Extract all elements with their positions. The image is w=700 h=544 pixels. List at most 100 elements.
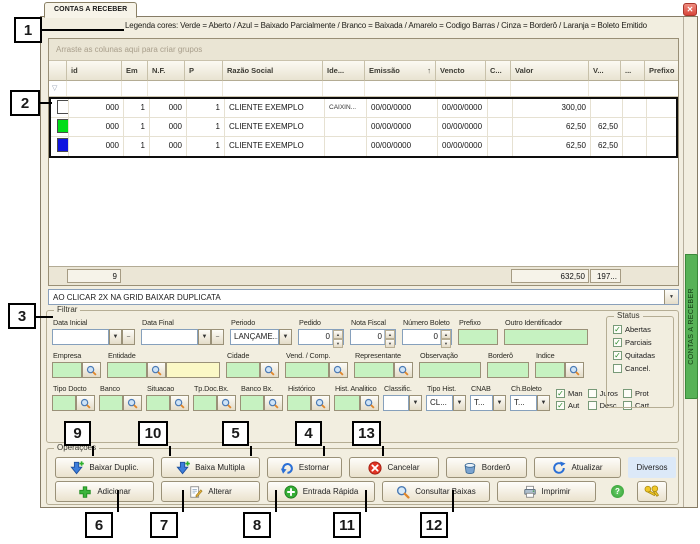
search-icon[interactable] — [394, 362, 413, 378]
entidade-nome-input[interactable] — [166, 362, 220, 378]
checkbox-box[interactable]: ✓ — [613, 338, 622, 347]
search-icon[interactable] — [260, 362, 279, 378]
data-final-input[interactable] — [141, 329, 198, 345]
periodo-select[interactable]: LANÇAME... — [230, 329, 279, 345]
table-row[interactable]: 000 1 000 1 CLIENTE EXEMPLO 00/00/0000 0… — [51, 118, 676, 137]
chevron-down-icon[interactable]: ▼ — [279, 329, 292, 345]
grid-header-id[interactable]: id — [67, 61, 122, 81]
group-by-area[interactable]: Arraste as colunas aqui para criar grupo… — [49, 39, 678, 61]
situacao-input[interactable] — [146, 395, 170, 411]
chevron-down-icon[interactable]: ▼ — [409, 395, 422, 411]
funnel-icon[interactable]: ▽ — [49, 81, 67, 96]
spin-down-icon[interactable]: ▼ — [333, 339, 343, 348]
diversos-button[interactable]: Diversos — [628, 457, 676, 478]
historico-input[interactable] — [287, 395, 311, 411]
checkbox-box[interactable]: ✓ — [613, 351, 622, 360]
cidade-input[interactable] — [226, 362, 260, 378]
entrada-rapida-button[interactable]: Entrada Rápida — [267, 481, 375, 502]
grid-empty-area[interactable] — [49, 158, 678, 266]
side-tab-contas-a-receber[interactable]: CONTAS A RECEBER — [685, 254, 698, 399]
checkbox-parciais[interactable]: ✓Parciais — [613, 338, 673, 347]
checkbox-cancel[interactable]: Cancel. — [613, 364, 673, 373]
classific-select[interactable] — [383, 395, 409, 411]
vend-comp-input[interactable] — [285, 362, 329, 378]
checkbox-box[interactable]: ✓ — [556, 401, 565, 410]
bordero-button[interactable]: Borderô — [446, 457, 527, 478]
tipo-docto-input[interactable] — [52, 395, 76, 411]
search-icon[interactable] — [360, 395, 379, 411]
search-icon[interactable] — [147, 362, 166, 378]
checkbox-quitadas[interactable]: ✓Quitadas — [613, 351, 673, 360]
search-icon[interactable] — [123, 395, 142, 411]
grid-header-nf[interactable]: N.F. — [148, 61, 185, 81]
empresa-input[interactable] — [52, 362, 82, 378]
keys-button[interactable] — [637, 481, 667, 502]
estornar-button[interactable]: Estornar — [267, 457, 342, 478]
prefixo-input[interactable] — [458, 329, 498, 345]
consultar-baixas-button[interactable]: Consultar Baixas — [382, 481, 490, 502]
grid-header-p[interactable]: P — [185, 61, 223, 81]
hist-analitico-input[interactable] — [334, 395, 360, 411]
search-icon[interactable] — [264, 395, 283, 411]
spin-up-icon[interactable]: ▲ — [333, 330, 343, 339]
clear-date-icon[interactable]: – — [122, 329, 135, 345]
bordero-input[interactable] — [487, 362, 529, 378]
indice-input[interactable] — [535, 362, 565, 378]
help-icon[interactable]: ? — [611, 485, 624, 498]
checkbox-box[interactable] — [613, 364, 622, 373]
baixar-duplic-button[interactable]: Baixar Duplic. — [55, 457, 154, 478]
data-inicial-input[interactable] — [52, 329, 109, 345]
grid-filter-row[interactable]: ▽ — [49, 81, 678, 97]
chevron-down-icon[interactable]: ▼ — [453, 395, 466, 411]
spin-down-icon[interactable]: ▼ — [385, 339, 395, 348]
checkbox-box[interactable]: ✓ — [556, 389, 565, 398]
grid-header-c[interactable]: C... — [486, 61, 511, 81]
numero-boleto-stepper[interactable]: 0 ▲▼ — [402, 329, 452, 345]
table-row[interactable]: 000 1 000 1 CLIENTE EXEMPLO 00/00/0000 0… — [51, 137, 676, 156]
entidade-input[interactable] — [107, 362, 147, 378]
spin-up-icon[interactable]: ▲ — [441, 330, 451, 339]
chevron-down-icon[interactable]: ▼ — [537, 395, 550, 411]
clear-date-icon[interactable]: – — [211, 329, 224, 345]
grid-header-dots[interactable]: ... — [621, 61, 645, 81]
grid-header-vencto[interactable]: Vencto — [436, 61, 486, 81]
checkbox-box[interactable]: ✓ — [613, 325, 622, 334]
search-icon[interactable] — [170, 395, 189, 411]
grid-header-em[interactable]: Em — [122, 61, 148, 81]
nota-fiscal-stepper[interactable]: 0 ▲▼ — [350, 329, 396, 345]
search-icon[interactable] — [217, 395, 236, 411]
pedido-stepper[interactable]: 0 ▲▼ — [298, 329, 344, 345]
spin-down-icon[interactable]: ▼ — [441, 339, 451, 348]
table-row[interactable]: 000 1 000 1 CLIENTE EXEMPLO CAIXIN... 00… — [51, 99, 676, 118]
chevron-down-icon[interactable]: ▼ — [109, 329, 122, 345]
search-icon[interactable] — [311, 395, 330, 411]
search-icon[interactable] — [76, 395, 95, 411]
tab-contas-a-receber[interactable]: CONTAS A RECEBER — [44, 2, 137, 18]
grid-header-ide[interactable]: Ide... — [323, 61, 365, 81]
observacao-input[interactable] — [419, 362, 481, 378]
atualizar-button[interactable]: Atualizar — [534, 457, 621, 478]
checkbox-man[interactable]: ✓Man — [556, 389, 583, 398]
chevron-down-icon[interactable]: ▼ — [664, 290, 678, 304]
cancelar-button[interactable]: Cancelar — [349, 457, 439, 478]
search-icon[interactable] — [565, 362, 584, 378]
grid-header-indicator[interactable] — [49, 61, 67, 81]
ch-boleto-select[interactable]: T... — [510, 395, 537, 411]
grid-header-v[interactable]: V... — [589, 61, 621, 81]
baixa-multipla-button[interactable]: Baixa Multipla — [161, 457, 260, 478]
grid-action-combo[interactable]: AO CLICAR 2X NA GRID BAIXAR DUPLICATA ▼ — [48, 289, 679, 305]
checkbox-box[interactable] — [588, 389, 597, 398]
grid-header-emissao[interactable]: Emissão ↑ — [365, 61, 436, 81]
banco-input[interactable] — [99, 395, 123, 411]
chevron-down-icon[interactable]: ▼ — [198, 329, 211, 345]
tp-doc-bx-input[interactable] — [193, 395, 217, 411]
search-icon[interactable] — [82, 362, 101, 378]
imprimir-button[interactable]: Imprimir — [497, 481, 596, 502]
grid-header-valor[interactable]: Valor — [511, 61, 589, 81]
outro-identificador-input[interactable] — [504, 329, 588, 345]
banco-bx-input[interactable] — [240, 395, 264, 411]
alterar-button[interactable]: Alterar — [161, 481, 260, 502]
grid-header-prefixo[interactable]: Prefixo — [645, 61, 679, 81]
representante-input[interactable] — [354, 362, 394, 378]
chevron-down-icon[interactable]: ▼ — [493, 395, 506, 411]
